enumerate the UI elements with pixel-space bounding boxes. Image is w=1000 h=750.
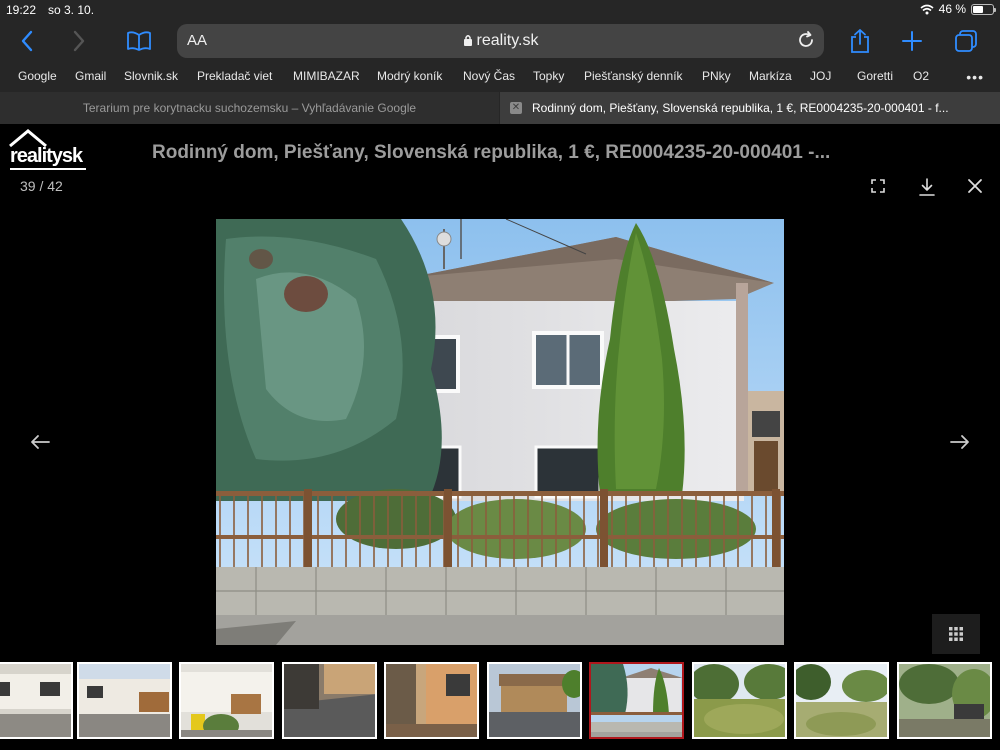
arrow-right-icon <box>950 435 969 449</box>
thumbnail-7[interactable] <box>589 662 684 739</box>
forward-button[interactable] <box>66 26 92 56</box>
status-date: so 3. 10. <box>48 3 95 17</box>
status-time: 19:22 <box>6 3 37 17</box>
bookmark-slovnik[interactable]: Slovnik.sk <box>124 69 178 83</box>
tabs-overview-button[interactable] <box>952 26 980 56</box>
grid-view-button[interactable] <box>932 614 980 654</box>
bookmark-google[interactable]: Google <box>18 69 57 83</box>
thumbnail-8[interactable] <box>692 662 787 739</box>
main-photo[interactable] <box>216 219 784 645</box>
battery-icon <box>971 3 996 15</box>
bookmarks-more-button[interactable]: ••• <box>966 69 984 85</box>
url-text: reality.sk <box>476 32 539 49</box>
status-right: 46 % <box>920 2 996 16</box>
bookmark-o2[interactable]: O2 <box>913 69 929 83</box>
bookmarks-button[interactable] <box>122 26 156 56</box>
bookmark-gmail[interactable]: Gmail <box>75 69 106 83</box>
url-bar[interactable]: AA reality.sk <box>177 24 824 58</box>
grid-icon <box>949 627 963 641</box>
safari-chrome: 19:22 so 3. 10. 46 % AA reality.sk Googl… <box>0 0 1000 124</box>
thumbnail-9[interactable] <box>794 662 889 739</box>
plus-icon <box>902 31 922 51</box>
thumbnail-strip <box>0 662 1000 740</box>
bookmark-piestansky-dennik[interactable]: Piešťanský denník <box>584 69 683 83</box>
fullscreen-button[interactable] <box>870 178 886 199</box>
logo-text: realitysk <box>10 145 83 167</box>
house-photo <box>216 219 784 645</box>
tab-title: Rodinný dom, Piešťany, Slovenská republi… <box>532 101 949 115</box>
previous-photo-button[interactable] <box>30 434 50 455</box>
bookmark-mimibazar[interactable]: MIMIBAZAR <box>293 69 360 83</box>
gallery-title: Rodinný dom, Piešťany, Slovenská republi… <box>152 142 831 163</box>
bookmark-prekladac[interactable]: Prekladač viet <box>197 69 272 83</box>
bookmark-novy-cas[interactable]: Nový Čas <box>463 69 515 83</box>
share-icon <box>851 29 869 53</box>
bookmark-goretti[interactable]: Goretti <box>857 69 893 83</box>
download-icon <box>919 178 935 196</box>
bookmark-pnky[interactable]: PNky <box>702 69 731 83</box>
chevron-left-icon <box>21 30 33 52</box>
download-button[interactable] <box>918 178 936 201</box>
bookmarks-bar: Google Gmail Slovnik.sk Prekladač viet M… <box>0 66 1000 86</box>
thumbnail-6[interactable] <box>487 662 582 739</box>
tab-bar: Terarium pre korytnacku suchozemsku – Vy… <box>0 92 1000 124</box>
thumbnail-2[interactable] <box>77 662 172 739</box>
thumbnail-3[interactable] <box>179 662 274 739</box>
bookmark-joj[interactable]: JOJ <box>810 69 831 83</box>
book-icon <box>127 31 151 51</box>
thumbnail-1[interactable] <box>0 662 73 739</box>
thumbnail-5[interactable] <box>384 662 479 739</box>
thumbnail-4[interactable] <box>282 662 377 739</box>
close-icon <box>968 179 982 193</box>
bookmark-markiza[interactable]: Markíza <box>749 69 792 83</box>
next-photo-button[interactable] <box>950 434 970 455</box>
reality-logo[interactable]: realitysk <box>8 128 88 170</box>
reload-icon <box>799 31 813 47</box>
thumbnail-10[interactable] <box>897 662 992 739</box>
wifi-icon <box>920 4 934 14</box>
tab-google-search[interactable]: Terarium pre korytnacku suchozemsku – Vy… <box>0 92 499 124</box>
close-icon[interactable]: ✕ <box>510 102 522 114</box>
url-display: reality.sk <box>177 32 824 50</box>
share-button[interactable] <box>846 26 874 56</box>
photo-gallery: realitysk Rodinný dom, Piešťany, Slovens… <box>0 124 1000 750</box>
close-button[interactable] <box>967 178 983 199</box>
photo-counter: 39 / 42 <box>20 178 63 194</box>
arrow-left-icon <box>31 435 50 449</box>
fullscreen-icon <box>871 179 885 193</box>
chevron-right-icon <box>73 30 85 52</box>
status-bar: 19:22 so 3. 10. 46 % <box>0 0 1000 20</box>
page: 19:22 so 3. 10. 46 % AA reality.sk Googl… <box>0 0 1000 750</box>
reload-button[interactable] <box>796 30 816 55</box>
tab-reality-listing[interactable]: ✕ Rodinný dom, Piešťany, Slovenská repub… <box>500 92 1000 124</box>
tab-title: Terarium pre korytnacku suchozemsku – Vy… <box>82 101 417 115</box>
back-button[interactable] <box>14 26 40 56</box>
logo-underline <box>10 168 86 170</box>
bookmark-modry-konik[interactable]: Modrý koník <box>377 69 442 83</box>
lock-icon <box>463 35 472 46</box>
bookmark-topky[interactable]: Topky <box>533 69 564 83</box>
tabs-icon <box>955 30 977 52</box>
new-tab-button[interactable] <box>898 26 926 56</box>
battery-percent: 46 % <box>938 2 966 16</box>
